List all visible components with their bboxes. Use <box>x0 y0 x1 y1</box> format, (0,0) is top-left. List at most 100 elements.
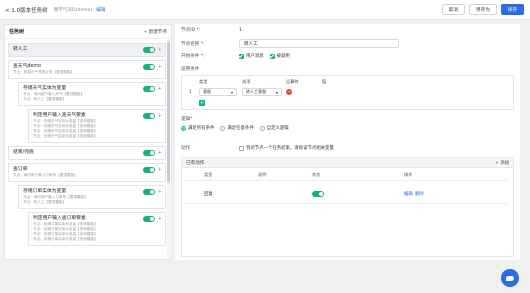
start-opt-invoked[interactable]: 被调用 <box>269 53 290 59</box>
add-child-icon[interactable]: + <box>158 86 162 92</box>
radio-icon <box>220 125 226 131</box>
divider <box>186 180 509 181</box>
chevron-down-icon: ▾ <box>275 89 278 95</box>
action-label: 动作 <box>181 146 191 151</box>
logic-opt-all[interactable]: 满足所有条件 <box>181 125 214 131</box>
add-child-icon[interactable]: + <box>158 150 162 156</box>
start-opt-invoked-label: 被调用 <box>276 54 290 59</box>
cond-type-select[interactable]: 意图 ▾ <box>199 88 237 96</box>
cond-row-index: 1 <box>189 89 192 94</box>
add-child-icon[interactable]: + <box>158 113 162 119</box>
action-status-toggle[interactable] <box>312 191 324 197</box>
top-bar: < 1.0版本任务树 我不气深D(demo) 编辑 取消 另存为 保存 <box>0 0 530 20</box>
add-child-icon[interactable]: + <box>158 216 162 222</box>
radio-icon <box>181 125 186 131</box>
tree-node-sub: 节点：转人工【置顶模板】 <box>23 97 67 101</box>
node-toggle[interactable] <box>142 167 155 173</box>
tree-node[interactable]: 结束/兜底 + <box>8 146 166 160</box>
start-opt-user-message-label: 用户消息 <box>246 54 264 59</box>
logic-label: 逻辑* <box>181 117 193 122</box>
action-header-type: 类型 <box>204 172 213 177</box>
back-link[interactable]: < 1.0版本任务树 <box>5 6 48 14</box>
tree-node[interactable]: 查订单 节点：询问用户输入订单号【置顶模板】 + <box>8 163 166 182</box>
node-name-label: 节点名称 *: <box>181 41 205 47</box>
trigger-condition-label: 适用条件 <box>181 67 200 72</box>
cond-header-type: 类型 <box>199 79 208 84</box>
node-toggle[interactable] <box>142 150 155 156</box>
action-edit-link[interactable]: 编辑 <box>404 191 413 197</box>
condition-table: 类型 选项 运算符 值 1 意图 ▾ 转人工意图 ▾ − + <box>181 75 514 110</box>
checkbox-icon <box>239 53 244 59</box>
task-tree-panel: 任务树 + 新建节点 转人工 + 查天气demo 节点：转接天气预报业务【置顶模… <box>4 24 172 260</box>
logic-opt-custom-label: 自定义逻辑 <box>266 126 289 131</box>
node-toggle[interactable] <box>142 189 155 195</box>
tree-node-title: 转人工 <box>13 47 28 52</box>
task-tree-title: 任务树 <box>9 29 25 35</box>
task-tree-header: 任务树 + 新建节点 <box>5 25 171 39</box>
checkbox-icon <box>239 145 244 151</box>
clear-vars-option[interactable]: 到达节点一个任务结束，清除该节点相关变量 <box>239 145 334 151</box>
cond-header-option: 选项 <box>242 79 251 84</box>
chevron-down-icon: ▾ <box>230 89 233 95</box>
node-id-label: 节点ID *: <box>181 28 201 33</box>
action-delete-link[interactable]: 删除 <box>415 191 424 197</box>
tree-node[interactable]: 转人工 + <box>8 43 166 57</box>
cond-header-operator: 运算符 <box>286 79 299 84</box>
cond-header-value: 值 <box>322 79 327 84</box>
clear-vars-label: 到达节点一个任务结束，清除该节点相关变量 <box>246 146 334 151</box>
node-toggle[interactable] <box>142 113 155 119</box>
cancel-button[interactable]: 取消 <box>441 4 465 15</box>
add-child-icon[interactable]: + <box>158 64 162 70</box>
page: < 1.0版本任务树 我不气深D(demo) 编辑 取消 另存为 保存 任务树 … <box>0 0 530 293</box>
cond-option-select[interactable]: 转人工意图 ▾ <box>242 88 282 96</box>
tree-node-sub: 节点：存储天气实体为变量【查询模板】 <box>33 134 98 138</box>
new-node-button[interactable]: + 新建节点 <box>143 29 167 35</box>
node-toggle[interactable] <box>142 86 155 92</box>
page-subtitle: 我不气深D(demo) <box>53 7 93 13</box>
tree-node[interactable]: 存储订单实体为变量 节点：询问用户输入订单号【置顶模板】 节点：转人工【置顶模板… <box>18 185 166 209</box>
logic-opt-custom[interactable]: 自定义逻辑 <box>259 125 289 131</box>
task-tree-list[interactable]: 转人工 + 查天气demo 节点：转接天气预报业务【置顶模板】 + 存储天气实体… <box>5 40 169 259</box>
action-header-status: 状态 <box>312 172 321 177</box>
cond-option-value: 转人工意图 <box>246 89 266 94</box>
tree-node-sub: 节点：询问用户输入订单号【置顶模板】 <box>13 173 78 177</box>
tree-node-sub: 节点：转接天气预报业务【置顶模板】 <box>13 70 75 74</box>
actions-table: 已有动作 + 添加 类型 说明 状态 操作 回复 编辑 删除 <box>181 157 514 257</box>
remove-condition-icon[interactable]: − <box>286 89 292 95</box>
actions-table-header: 已有动作 + 添加 <box>182 158 513 168</box>
tree-scrollbar-thumb[interactable] <box>167 42 170 182</box>
node-id-value: 1 <box>239 27 242 33</box>
radio-icon <box>259 125 265 131</box>
cond-type-value: 意图 <box>203 89 211 94</box>
add-condition-icon[interactable]: + <box>199 100 205 106</box>
tree-node-title: 结束/兜底 <box>13 150 34 155</box>
node-name-input[interactable]: 转人工 <box>239 39 399 48</box>
top-actions: 取消 另存为 保存 <box>441 4 524 15</box>
tree-node[interactable]: 判定用户输入查天气要素 节点：存储天气实体为变量【查询模板】 节点：存储天气实体… <box>28 109 166 143</box>
node-toggle[interactable] <box>142 64 155 70</box>
checkbox-icon <box>269 53 275 59</box>
node-toggle[interactable] <box>142 216 155 222</box>
add-child-icon[interactable]: + <box>158 167 162 173</box>
node-editor-panel: 节点ID *: 1 节点名称 *: 转人工 开始条件 *: 用户消息 被调用 适… <box>175 24 520 260</box>
action-row-type: 回复 <box>204 192 213 197</box>
tree-node[interactable]: 查天气demo 节点：转接天气预报业务【置顶模板】 + <box>8 60 166 79</box>
add-child-icon[interactable]: + <box>158 189 162 195</box>
add-action-button[interactable]: + 添加 <box>495 160 509 166</box>
save-as-button[interactable]: 另存为 <box>469 4 497 15</box>
logic-opt-any-label: 满足任意条件 <box>227 126 254 131</box>
chat-icon[interactable] <box>501 269 519 287</box>
start-opt-user-message[interactable]: 用户消息 <box>239 53 264 59</box>
logic-opt-any[interactable]: 满足任意条件 <box>220 125 254 131</box>
edit-link[interactable]: 编辑 <box>96 7 105 13</box>
node-toggle[interactable] <box>142 47 155 53</box>
tree-node[interactable]: 存储天气实体为变量 节点：询问用户输入天气【置顶模板】 节点：转人工【置顶模板】… <box>18 82 166 106</box>
tree-node[interactable]: 判定用户输入查订单要素 节点：存储订单实体为变量【查询模板】 节点：存储订单实体… <box>28 212 166 246</box>
logic-opt-all-label: 满足所有条件 <box>188 126 215 131</box>
action-header-ops: 操作 <box>404 172 413 177</box>
tree-node-sub: 节点：转人工【置顶模板】 <box>23 200 67 204</box>
action-header-desc: 说明 <box>258 172 267 177</box>
add-child-icon[interactable]: + <box>158 47 162 53</box>
divider <box>186 203 509 204</box>
save-button[interactable]: 保存 <box>500 4 524 15</box>
